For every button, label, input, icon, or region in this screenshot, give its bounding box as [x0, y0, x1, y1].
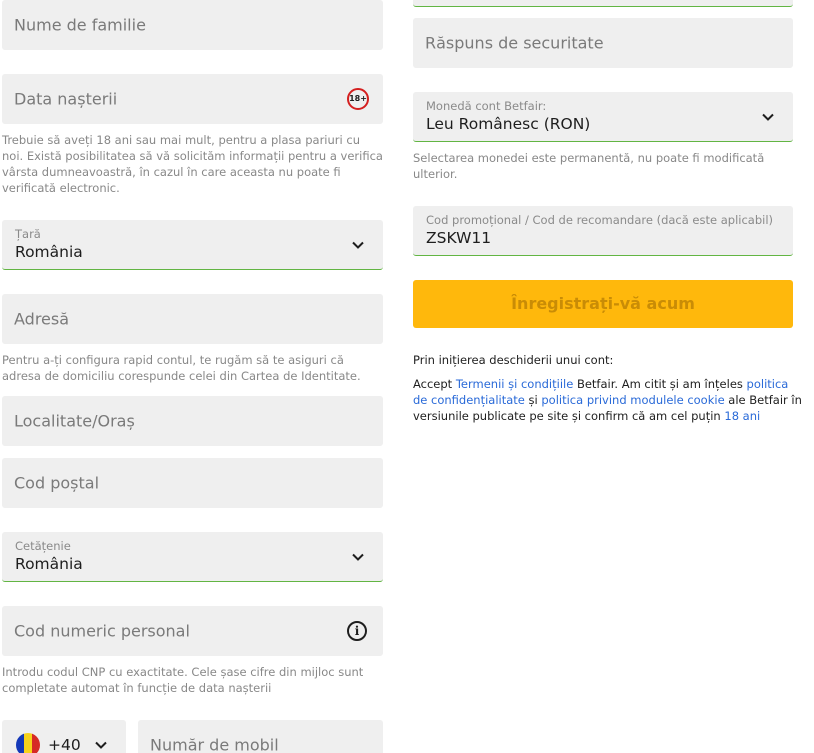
birth-date-placeholder: Data nașterii [14, 89, 118, 109]
mobile-number-placeholder: Număr de mobil [150, 735, 279, 753]
registration-form: Nume de familie Data nașterii 18+ Trebui… [0, 0, 814, 753]
country-select[interactable]: Țară România [2, 220, 383, 270]
mobile-number-input[interactable]: Număr de mobil [138, 720, 383, 753]
postal-code-placeholder: Cod poștal [14, 473, 100, 493]
chevron-down-icon [762, 113, 774, 121]
city-input[interactable]: Localitate/Oraș [2, 396, 383, 446]
postal-code-input[interactable]: Cod poștal [2, 458, 383, 508]
birth-date-input[interactable]: Data nașterii 18+ [2, 74, 383, 124]
last-name-input[interactable]: Nume de familie [2, 0, 383, 50]
chevron-down-icon [352, 553, 364, 561]
citizenship-select[interactable]: Cetățenie România [2, 532, 383, 582]
age-link[interactable]: 18 ani [724, 409, 760, 423]
currency-select[interactable]: Monedă cont Betfair: Leu Românesc (RON) [413, 92, 793, 142]
chevron-down-icon [352, 241, 364, 249]
currency-help-text: Selectarea monedei este permanentă, nu p… [413, 151, 765, 181]
register-button[interactable]: Înregistrați-vă acum [413, 280, 793, 328]
currency-value: Leu Românesc (RON) [426, 115, 591, 133]
security-answer-input[interactable]: Răspuns de securitate [413, 18, 793, 68]
last-name-placeholder: Nume de familie [14, 15, 146, 35]
romania-flag-icon [16, 733, 40, 753]
cnp-input[interactable]: Cod numeric personal i [2, 606, 383, 656]
promo-code-label: Cod promoțional / Cod de recomandare (da… [426, 213, 774, 227]
terms-text-part: Accept [413, 377, 456, 391]
country-label: Țară [15, 227, 41, 241]
terms-link[interactable]: Termenii și condițiile [456, 377, 573, 391]
terms-text: Accept Termenii și condițiile Betfair. A… [413, 376, 803, 424]
currency-label: Monedă cont Betfair: [426, 99, 547, 113]
security-answer-placeholder: Răspuns de securitate [425, 33, 604, 53]
promo-code-value: ZSKW11 [426, 229, 492, 247]
age-18-icon: 18+ [347, 88, 369, 110]
address-help-text: Pentru a-ți configura rapid contul, te r… [2, 353, 361, 383]
address-input[interactable]: Adresă [2, 294, 383, 344]
cookie-policy-link[interactable]: politica privind modulele cookie [541, 393, 724, 407]
terms-text-part: Betfair. Am citit și am înțeles [573, 377, 747, 391]
phone-prefix-select[interactable]: +40 [2, 720, 126, 753]
citizenship-label: Cetățenie [15, 539, 71, 553]
city-placeholder: Localitate/Oraș [14, 411, 135, 431]
info-icon[interactable]: i [347, 621, 367, 641]
address-placeholder: Adresă [14, 309, 70, 329]
age-help-text: Trebuie să aveți 18 ani sau mai mult, pe… [2, 133, 383, 195]
terms-intro: Prin inițierea deschiderii unui cont: [413, 353, 614, 367]
citizenship-value: România [15, 555, 83, 573]
security-question-field-partial[interactable] [413, 0, 793, 7]
chevron-down-icon [95, 741, 107, 749]
cnp-placeholder: Cod numeric personal [14, 621, 190, 641]
terms-text-part: și [524, 393, 542, 407]
country-value: România [15, 243, 83, 261]
promo-code-input[interactable]: Cod promoțional / Cod de recomandare (da… [413, 206, 793, 256]
cnp-help-text: Introdu codul CNP cu exactitate. Cele șa… [2, 665, 364, 695]
phone-prefix-value: +40 [48, 736, 81, 753]
